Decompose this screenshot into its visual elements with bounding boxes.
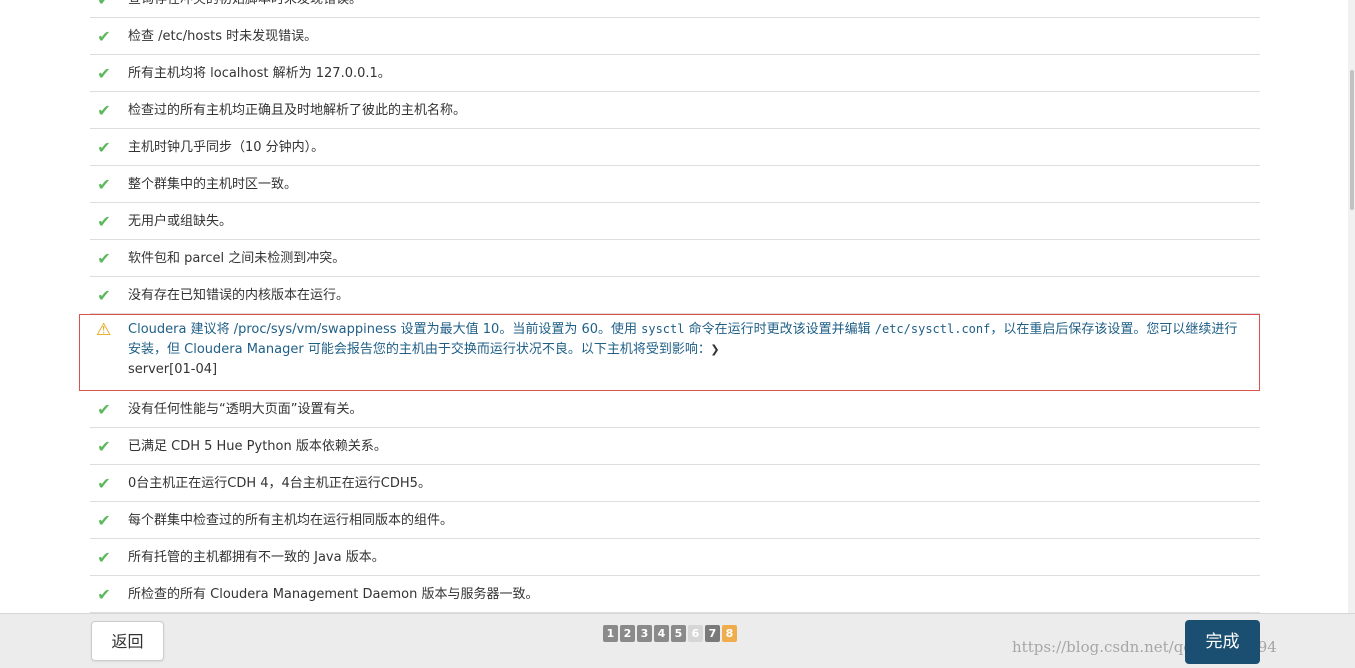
check-text: 没有任何性能与“透明大页面”设置有关。 xyxy=(128,402,363,417)
check-text: 无用户或组缺失。 xyxy=(128,214,233,229)
check-text: 所有托管的主机都拥有不一致的 Java 版本。 xyxy=(128,550,385,565)
warning-text-part: 命令在运行时更改该设置并编辑 xyxy=(684,322,875,337)
step-1[interactable]: 1 xyxy=(603,625,618,642)
check-row: ✔ 检查 /etc/hosts 时未发现错误。 xyxy=(90,18,1260,55)
check-icon: ✔ xyxy=(97,400,111,419)
check-text: 每个群集中检查过的所有主机均在运行相同版本的组件。 xyxy=(128,513,454,528)
check-row: ✔ 软件包和 parcel 之间未检测到冲突。 xyxy=(90,240,1260,277)
step-8-current: 8 xyxy=(722,625,737,642)
check-row: ✔ 每个群集中检查过的所有主机均在运行相同版本的组件。 xyxy=(90,502,1260,539)
step-2[interactable]: 2 xyxy=(620,625,635,642)
check-icon: ✔ xyxy=(97,511,111,530)
affected-hosts: server[01-04] xyxy=(128,362,218,377)
warning-text: Cloudera 建议将 /proc/sys/vm/swappiness 设置为… xyxy=(128,319,1248,380)
chevron-down-icon[interactable]: ❯ xyxy=(710,343,719,356)
check-text: 已满足 CDH 5 Hue Python 版本依赖关系。 xyxy=(128,439,387,454)
check-icon: ✔ xyxy=(97,175,111,194)
check-row: ✔ 无用户或组缺失。 xyxy=(90,203,1260,240)
check-text: 0台主机正在运行CDH 4，4台主机正在运行CDH5。 xyxy=(128,476,431,491)
check-row: ✔ 没有任何性能与“透明大页面”设置有关。 xyxy=(90,391,1260,428)
check-icon: ✔ xyxy=(97,437,111,456)
check-icon: ✔ xyxy=(97,474,111,493)
warning-file-path: /etc/sysctl.conf xyxy=(874,322,991,336)
check-text: 主机时钟几乎同步（10 分钟内）。 xyxy=(128,140,325,155)
step-3[interactable]: 3 xyxy=(637,625,652,642)
check-row: ✔ 没有存在已知错误的内核版本在运行。 xyxy=(90,277,1260,314)
step-5[interactable]: 5 xyxy=(671,625,686,642)
check-icon: ✔ xyxy=(97,27,111,46)
step-4[interactable]: 4 xyxy=(654,625,669,642)
check-icon: ✔ xyxy=(97,212,111,231)
back-button[interactable]: 返回 xyxy=(91,621,164,661)
check-row: ✔ 整个群集中的主机时区一致。 xyxy=(90,166,1260,203)
warning-text-part: Cloudera 建议将 /proc/sys/vm/swappiness 设置为… xyxy=(128,322,642,337)
check-row: ✔ 查询存在冲突的初始脚本时未发现错误。 xyxy=(90,0,1260,18)
check-text: 检查 /etc/hosts 时未发现错误。 xyxy=(128,29,318,44)
check-icon: ✔ xyxy=(97,286,111,305)
scrollbar-thumb[interactable] xyxy=(1350,70,1354,210)
check-row: ✔ 所有托管的主机都拥有不一致的 Java 版本。 xyxy=(90,539,1260,576)
host-inspector-results: ✔ 查询存在冲突的初始脚本时未发现错误。 ✔ 检查 /etc/hosts 时未发现错… xyxy=(79,0,1260,613)
wizard-step-indicator: 12345678 xyxy=(603,622,739,642)
check-icon: ✔ xyxy=(96,0,112,18)
step-7[interactable]: 7 xyxy=(705,625,720,642)
check-text: 所有主机均将 localhost 解析为 127.0.0.1。 xyxy=(128,66,391,81)
check-text: 查询存在冲突的初始脚本时未发现错误。 xyxy=(128,0,362,18)
step-6: 6 xyxy=(688,625,703,642)
check-icon: ✔ xyxy=(97,64,111,83)
check-icon: ✔ xyxy=(97,249,111,268)
check-icon: ✔ xyxy=(97,138,111,157)
check-text: 所检查的所有 Cloudera Management Daemon 版本与服务器… xyxy=(128,587,539,602)
check-icon: ✔ xyxy=(97,585,111,604)
check-row: ✔ 所有主机均将 localhost 解析为 127.0.0.1。 xyxy=(90,55,1260,92)
finish-button[interactable]: 完成 xyxy=(1185,620,1260,664)
check-row: ✔ 所检查的所有 Cloudera Management Daemon 版本与服务… xyxy=(90,576,1260,613)
check-row: ✔ 已满足 CDH 5 Hue Python 版本依赖关系。 xyxy=(90,428,1260,465)
check-row: ✔ 检查过的所有主机均正确且及时地解析了彼此的主机名称。 xyxy=(90,92,1260,129)
check-icon: ✔ xyxy=(97,548,111,567)
check-text: 整个群集中的主机时区一致。 xyxy=(128,177,298,192)
warning-triangle-icon: ⚠ xyxy=(96,320,112,340)
warning-command: sysctl xyxy=(641,322,685,336)
check-icon: ✔ xyxy=(97,101,111,120)
check-row: ✔ 0台主机正在运行CDH 4，4台主机正在运行CDH5。 xyxy=(90,465,1260,502)
wizard-footer: 返回 12345678 https://blog.csdn.net/qq_383… xyxy=(0,613,1355,668)
check-text: 软件包和 parcel 之间未检测到冲突。 xyxy=(128,251,346,266)
check-text: 检查过的所有主机均正确且及时地解析了彼此的主机名称。 xyxy=(128,103,467,118)
check-row: ✔ 主机时钟几乎同步（10 分钟内）。 xyxy=(90,129,1260,166)
check-text: 没有存在已知错误的内核版本在运行。 xyxy=(128,288,350,303)
swappiness-warning: ⚠ Cloudera 建议将 /proc/sys/vm/swappiness 设… xyxy=(79,314,1260,391)
